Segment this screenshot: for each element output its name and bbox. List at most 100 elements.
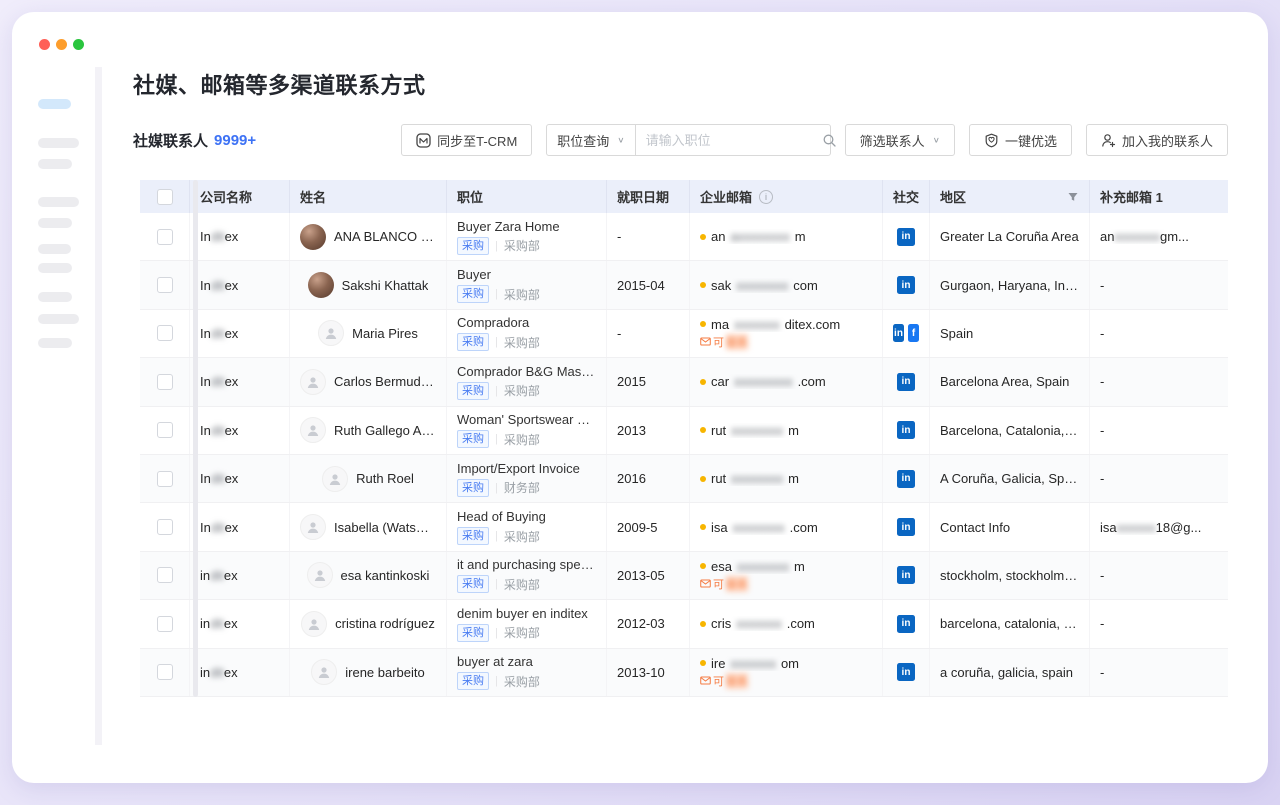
row-checkbox[interactable] xyxy=(157,616,173,632)
select-all-checkbox[interactable] xyxy=(157,189,173,205)
vertical-scrollbar[interactable] xyxy=(193,180,198,697)
table-row: InditexANA BLANCO REYBuyer Zara Home采购|采… xyxy=(140,213,1228,261)
sidebar-item[interactable] xyxy=(38,138,79,148)
info-icon[interactable]: i xyxy=(759,190,773,204)
sync-to-crm-button[interactable]: 同步至T-CRM xyxy=(401,124,532,156)
linkedin-icon[interactable]: in xyxy=(893,324,904,342)
sidebar-item[interactable] xyxy=(38,263,72,273)
sidebar-item[interactable] xyxy=(38,314,79,324)
hire-date: 2013-10 xyxy=(617,665,679,680)
position-title: Woman' Sportswear Bu... xyxy=(457,412,596,427)
avatar xyxy=(322,466,348,492)
row-checkbox[interactable] xyxy=(157,374,173,390)
column-header-email: 企业邮箱 xyxy=(700,187,752,206)
contact-name: irene barbeito xyxy=(345,665,425,680)
corporate-email: rutxxxxxxxxm xyxy=(700,471,872,486)
corporate-email: crisxxxxxxx.com xyxy=(700,616,872,631)
hire-date: 2015-04 xyxy=(617,278,679,293)
sidebar-item[interactable] xyxy=(38,197,79,207)
linkedin-icon[interactable]: in xyxy=(897,421,915,439)
position-title: denim buyer en inditex xyxy=(457,606,596,621)
contact-name: ANA BLANCO REY xyxy=(334,229,436,244)
contact-name: Ruth Gallego Agulló xyxy=(334,423,436,438)
email-reachable-badge: 可联系 xyxy=(700,673,872,689)
contact-name: Isabella (Watson) L... xyxy=(334,520,436,535)
hire-date: - xyxy=(617,326,679,341)
email-status-dot xyxy=(700,379,706,385)
position-query-group: 职位查询 ∨ xyxy=(546,124,830,156)
extra-email: - xyxy=(1100,374,1218,389)
region: Spain xyxy=(940,326,1079,341)
column-header-extra-email: 补充邮箱 1 xyxy=(1100,187,1163,206)
row-checkbox[interactable] xyxy=(157,422,173,438)
table-body: InditexANA BLANCO REYBuyer Zara Home采购|采… xyxy=(140,213,1228,697)
email-status-dot xyxy=(700,563,706,569)
company-name: Inditex xyxy=(200,278,279,293)
linkedin-icon[interactable]: in xyxy=(897,228,915,246)
region: A Coruña, Galicia, Spain xyxy=(940,471,1079,486)
role-tag: 采购 xyxy=(457,624,489,642)
sidebar-active-item[interactable] xyxy=(38,99,71,109)
sidebar-item[interactable] xyxy=(38,292,72,302)
filter-contacts-button[interactable]: 筛选联系人 ∨ xyxy=(845,124,955,156)
linkedin-icon[interactable]: in xyxy=(897,566,915,584)
sidebar-item[interactable] xyxy=(38,218,72,228)
company-name: inditex xyxy=(200,665,279,680)
linkedin-icon[interactable]: in xyxy=(897,373,915,391)
contact-name: Sakshi Khattak xyxy=(342,278,429,293)
add-to-my-contacts-button[interactable]: 加入我的联系人 xyxy=(1086,124,1228,156)
sidebar-item[interactable] xyxy=(38,159,72,169)
linkedin-icon[interactable]: in xyxy=(897,663,915,681)
facebook-icon[interactable]: f xyxy=(908,324,919,342)
department-label: 采购部 xyxy=(504,673,540,690)
department-label: 采购部 xyxy=(504,382,540,399)
linkedin-icon[interactable]: in xyxy=(897,470,915,488)
search-icon[interactable] xyxy=(822,133,837,148)
sidebar-item[interactable] xyxy=(38,338,72,348)
position-query-select[interactable]: 职位查询 ∨ xyxy=(546,124,635,156)
row-checkbox[interactable] xyxy=(157,471,173,487)
region: Barcelona, Catalonia, S... xyxy=(940,423,1079,438)
position-title: Import/Export Invoice xyxy=(457,461,596,476)
corporate-email: isaxxxxxxxx.com xyxy=(700,520,872,535)
region: barcelona, catalonia, sp... xyxy=(940,616,1079,631)
extra-email: anxxxxxxxgm... xyxy=(1100,229,1218,244)
corporate-email: maxxxxxxxditex.com xyxy=(700,317,872,332)
linkedin-icon[interactable]: in xyxy=(897,615,915,633)
avatar xyxy=(300,417,326,443)
minimize-window-button[interactable] xyxy=(56,39,67,50)
zoom-window-button[interactable] xyxy=(73,39,84,50)
linkedin-icon[interactable]: in xyxy=(897,276,915,294)
crm-logo-icon xyxy=(416,133,431,148)
filter-funnel-icon[interactable] xyxy=(1067,191,1079,203)
role-tag: 采购 xyxy=(457,575,489,593)
role-tag: 采购 xyxy=(457,672,489,690)
row-checkbox[interactable] xyxy=(157,519,173,535)
avatar xyxy=(301,611,327,637)
one-key-optimize-button[interactable]: 一键优选 xyxy=(969,124,1072,156)
company-name: Inditex xyxy=(200,374,279,389)
linkedin-icon[interactable]: in xyxy=(897,518,915,536)
toolbar: 同步至T-CRM 职位查询 ∨ 筛选联系人 ∨ xyxy=(401,124,1228,156)
column-header-position: 职位 xyxy=(457,187,483,206)
position-title: Comprador B&G Massi... xyxy=(457,364,596,379)
row-checkbox[interactable] xyxy=(157,229,173,245)
badge-heart-icon xyxy=(984,133,999,148)
department-label: 采购部 xyxy=(504,334,540,351)
row-checkbox[interactable] xyxy=(157,277,173,293)
table-row: inditexirene barbeitobuyer at zara采购|采购部… xyxy=(140,649,1228,697)
extra-email: - xyxy=(1100,278,1218,293)
role-tag: 采购 xyxy=(457,285,489,303)
sidebar-item[interactable] xyxy=(38,244,71,254)
position-search-input[interactable] xyxy=(646,133,822,148)
row-checkbox[interactable] xyxy=(157,567,173,583)
close-window-button[interactable] xyxy=(39,39,50,50)
row-checkbox[interactable] xyxy=(157,325,173,341)
column-header-social: 社交 xyxy=(893,187,919,206)
row-checkbox[interactable] xyxy=(157,664,173,680)
extra-email: - xyxy=(1100,665,1218,680)
hire-date: 2015 xyxy=(617,374,679,389)
corporate-email: anaxxxxxxxxm xyxy=(700,229,872,244)
column-header-company: 公司名称 xyxy=(200,187,252,206)
department-label: 财务部 xyxy=(504,479,540,496)
